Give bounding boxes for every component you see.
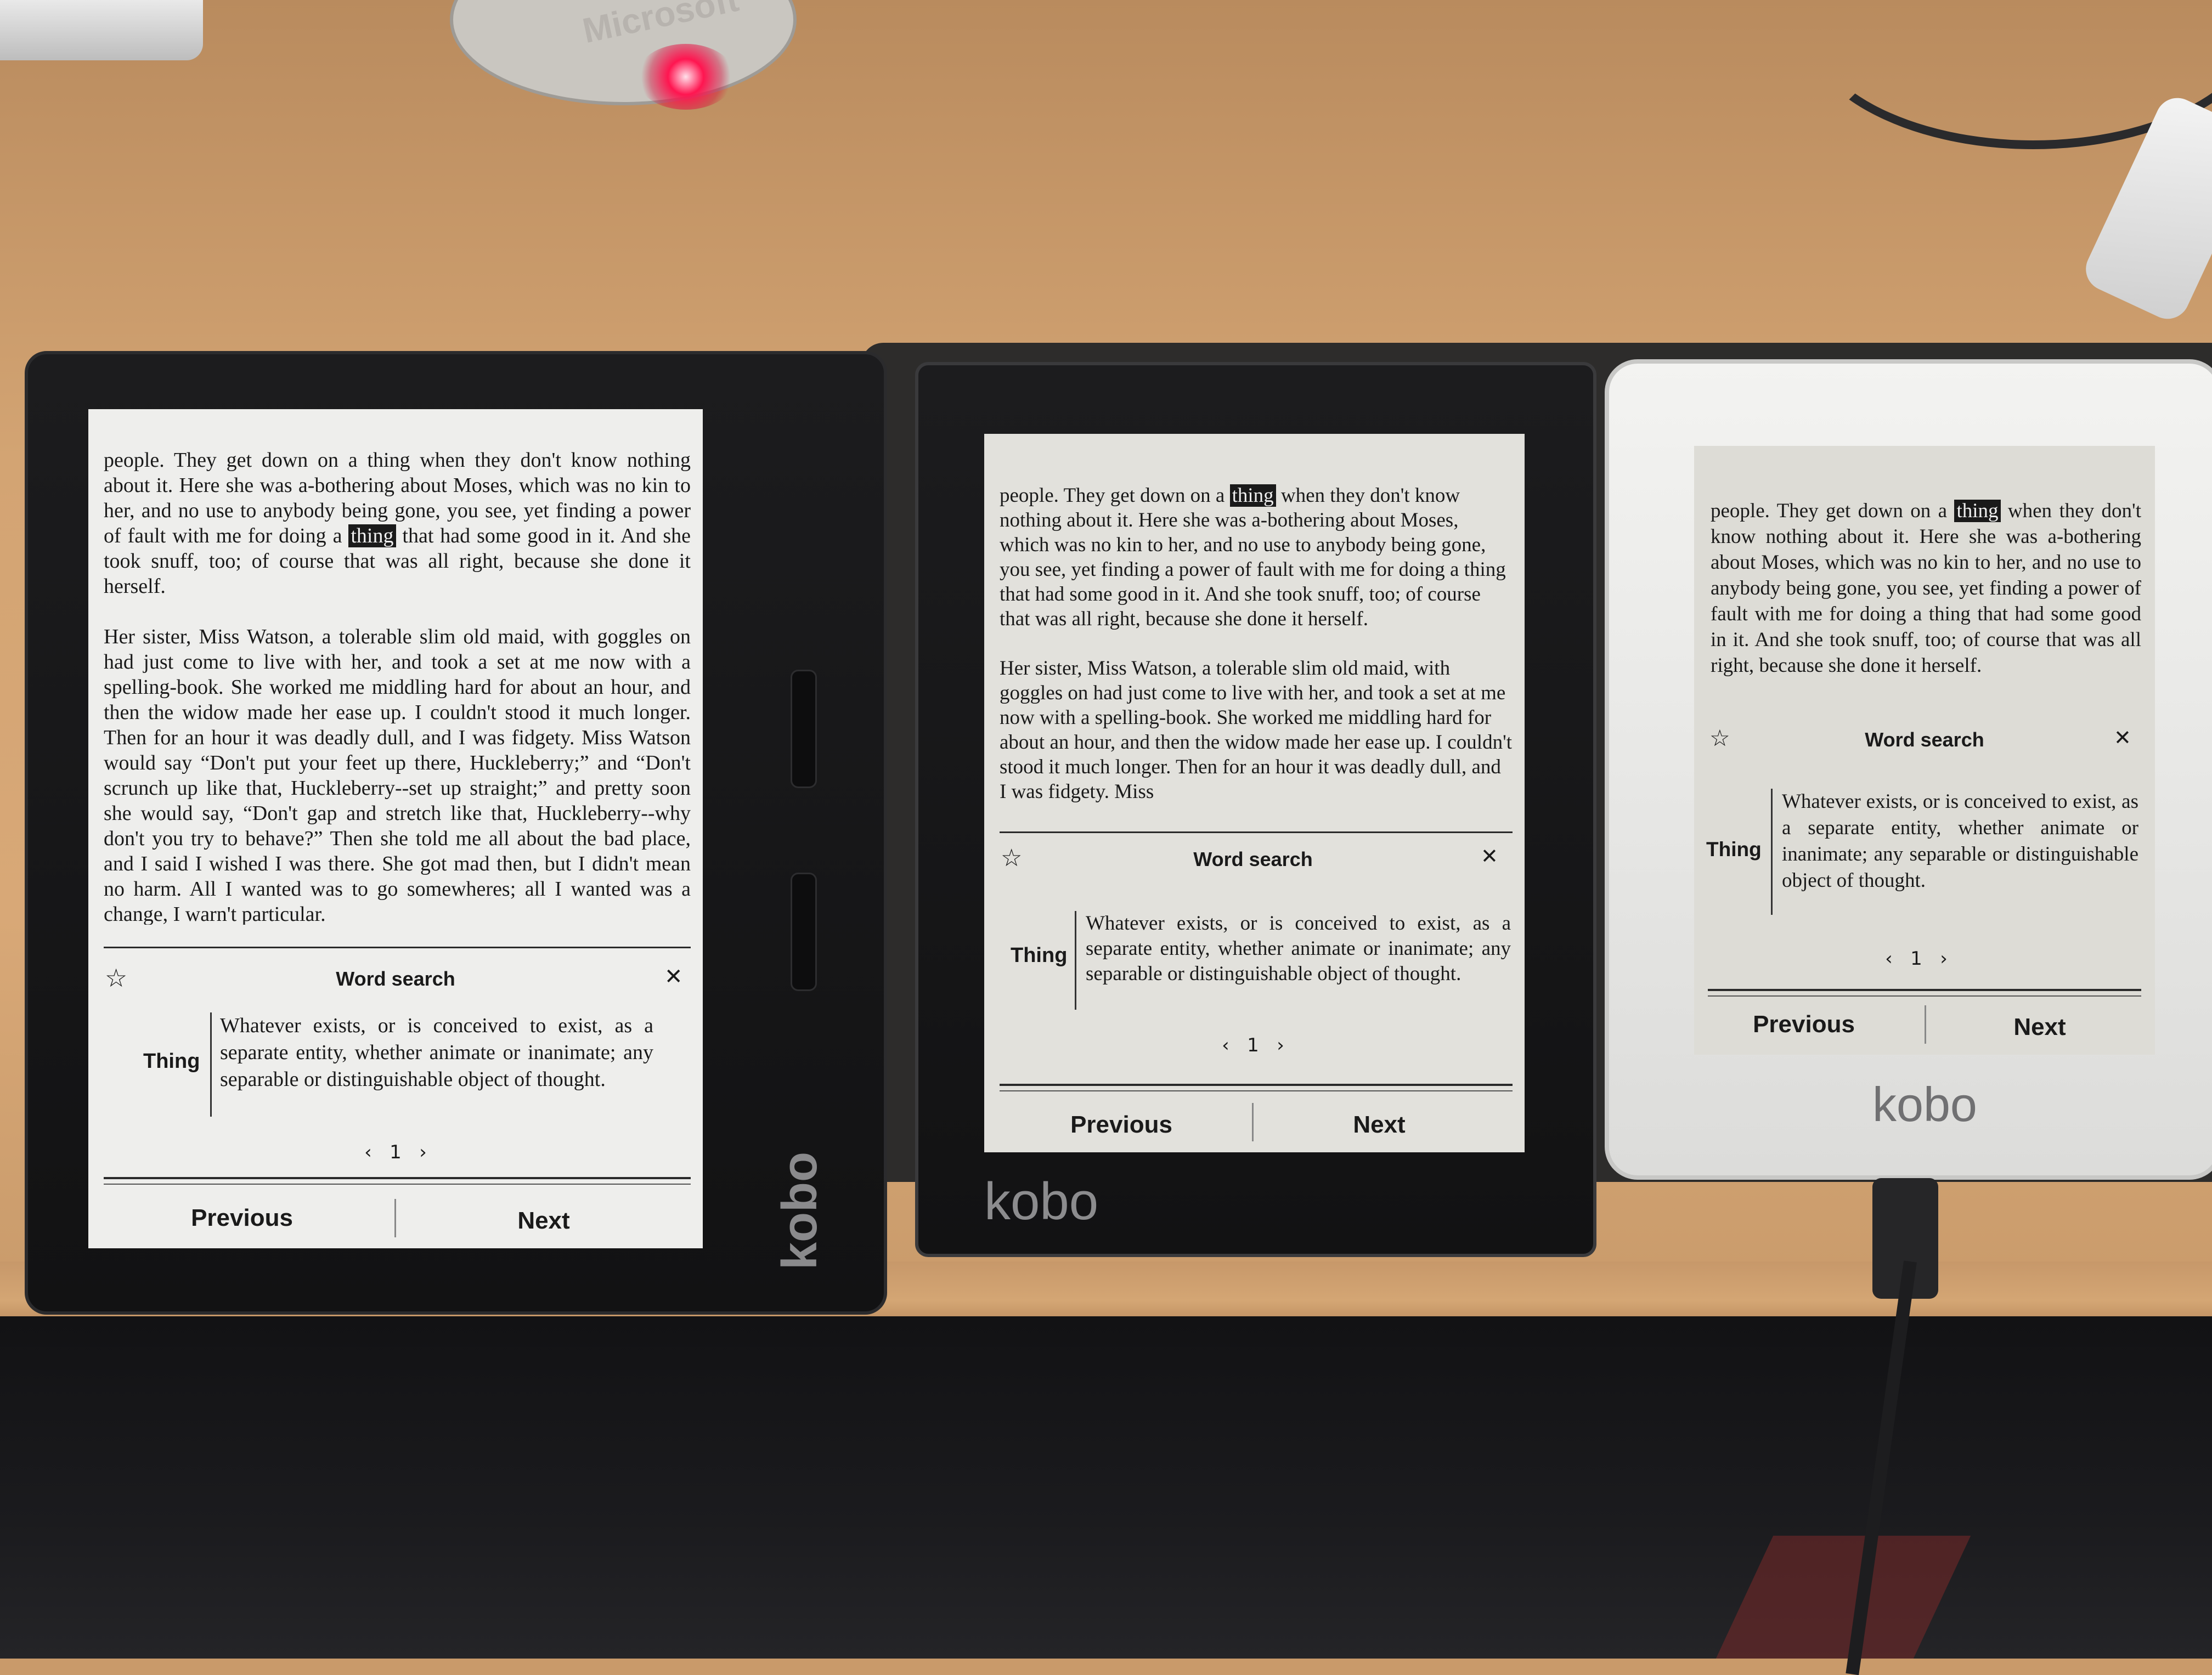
word-search-term: Thing <box>143 1050 200 1073</box>
word-search-definition: Whatever exists, or is conceived to exis… <box>1086 912 1511 985</box>
word-search-title: Word search <box>1865 728 1984 751</box>
word-search-title: Word search <box>1193 848 1313 870</box>
chevron-right-icon[interactable]: › <box>1940 948 1948 970</box>
page-number: 1 <box>1247 1034 1259 1056</box>
kobo-logo: kobo <box>984 1172 1099 1231</box>
page-back-button[interactable] <box>791 873 817 991</box>
word-search-definition: Whatever exists, or is conceived to exis… <box>220 1014 653 1091</box>
highlighted-word[interactable]: thing <box>348 524 396 547</box>
definition-divider <box>210 1012 212 1117</box>
paragraph-1: people. They get down on a thing when th… <box>1000 483 1513 631</box>
paragraph-1: people. They get down on a thing when th… <box>1711 498 2141 678</box>
nav-top-rule-2 <box>104 1184 691 1185</box>
star-icon[interactable]: ☆ <box>1709 725 1730 751</box>
ereader-middle-screen: people. They get down on a thing when th… <box>984 434 1525 1152</box>
mouse-led-light <box>636 44 735 110</box>
definition-pager: ‹ 1 › <box>1204 1034 1302 1056</box>
word-search-definition: Whatever exists, or is conceived to exis… <box>1782 790 2138 892</box>
word-search-top-rule <box>104 947 691 948</box>
nav-top-rule <box>104 1177 691 1179</box>
chevron-right-icon[interactable]: › <box>419 1141 427 1163</box>
chevron-left-icon[interactable]: ‹ <box>1885 948 1893 970</box>
page-number: 1 <box>390 1141 402 1163</box>
nav-top-rule-2 <box>1000 1090 1513 1091</box>
text-run: when they don't know nothing about it. H… <box>1711 500 2141 677</box>
definition-pager: ‹ 1 › <box>346 1141 445 1163</box>
definition-divider <box>1075 911 1076 1010</box>
star-icon[interactable]: ☆ <box>1001 844 1022 872</box>
word-search-term: Thing <box>1706 838 1762 861</box>
definition-divider <box>1771 789 1773 915</box>
highlighted-word[interactable]: thing <box>1954 500 2001 522</box>
close-icon[interactable]: ✕ <box>2114 726 2131 750</box>
chevron-left-icon[interactable]: ‹ <box>1222 1034 1229 1056</box>
nav-separator <box>1252 1103 1254 1141</box>
paragraph-2: Her sister, Miss Watson, a tolerable sli… <box>104 625 691 925</box>
close-icon[interactable]: ✕ <box>1481 844 1498 868</box>
word-search-term: Thing <box>1011 944 1068 967</box>
previous-button[interactable]: Previous <box>138 1204 346 1232</box>
next-button[interactable]: Next <box>1291 1111 1467 1139</box>
reading-text: people. They get down on a thing when th… <box>104 448 691 925</box>
kobo-logo: kobo <box>772 1152 827 1270</box>
word-search-title: Word search <box>336 967 455 990</box>
nav-top-rule <box>1000 1084 1513 1086</box>
kobo-logo: kobo <box>1872 1077 1977 1131</box>
next-button[interactable]: Next <box>1957 1014 2122 1041</box>
ereader-middle: kobo people. They get down on a thing wh… <box>915 362 1596 1257</box>
previous-button[interactable]: Previous <box>1034 1111 1209 1139</box>
nav-separator <box>394 1199 396 1237</box>
reading-text: people. They get down on a thing when th… <box>1000 483 1513 804</box>
definition-pager: ‹ 1 › <box>1867 948 1966 970</box>
reading-text: people. They get down on a thing when th… <box>1711 498 2141 678</box>
ereader-left: kobo people. They get down on a thing wh… <box>25 351 887 1315</box>
previous-button[interactable]: Previous <box>1722 1011 1886 1038</box>
nav-top-rule <box>1708 989 2141 991</box>
close-icon[interactable]: ✕ <box>664 964 683 989</box>
highlighted-word[interactable]: thing <box>1229 484 1276 507</box>
ereader-right-screen: people. They get down on a thing when th… <box>1694 446 2155 1055</box>
paragraph-2: Her sister, Miss Watson, a tolerable sli… <box>1000 657 1513 803</box>
ereader-right: kobo people. They get down on a thing wh… <box>1605 359 2212 1299</box>
word-search-top-rule <box>1000 831 1513 833</box>
page-number: 1 <box>1910 948 1922 970</box>
keyboard-corner <box>0 0 203 60</box>
nav-top-rule-2 <box>1708 995 2141 997</box>
ereader-left-screen: people. They get down on a thing when th… <box>88 409 703 1248</box>
page-forward-button[interactable] <box>791 670 817 788</box>
text-run: people. They get down on a <box>1000 484 1230 507</box>
paragraph-1: people. They get down on a thing when th… <box>104 448 691 599</box>
text-run: people. They get down on a <box>1711 500 1955 522</box>
nav-separator <box>1925 1005 1926 1044</box>
chevron-right-icon[interactable]: › <box>1277 1034 1284 1056</box>
next-button[interactable]: Next <box>439 1207 648 1235</box>
star-icon[interactable]: ☆ <box>105 963 127 993</box>
chevron-left-icon[interactable]: ‹ <box>364 1141 372 1163</box>
